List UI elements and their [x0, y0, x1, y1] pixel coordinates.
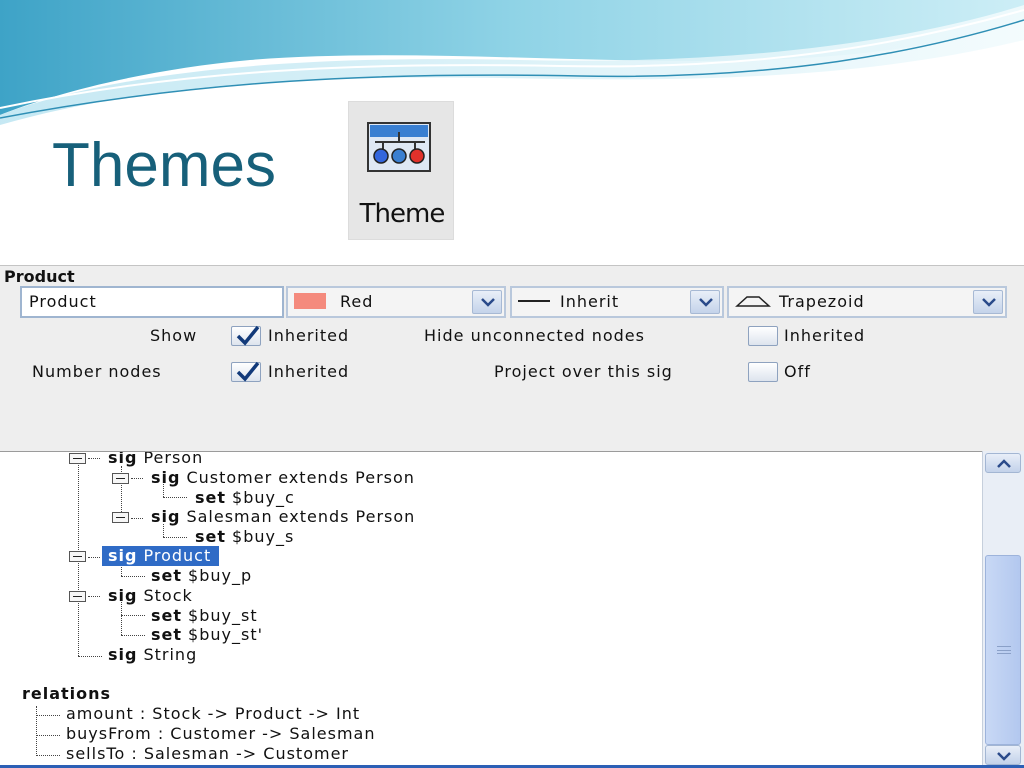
- tree-connector: [88, 596, 100, 597]
- line-style-combo-value: Inherit: [560, 292, 620, 311]
- scroll-up-icon: [997, 459, 1011, 468]
- tree-node-buy-s[interactable]: set $buy_s: [195, 527, 294, 547]
- relations-header: relations: [22, 684, 112, 703]
- tree-node-buy-st[interactable]: set $buy_st: [151, 606, 258, 626]
- tree-connector: [36, 755, 60, 756]
- shape-combo[interactable]: Trapezoid: [727, 286, 1007, 318]
- sig-name-field[interactable]: Product: [20, 286, 284, 318]
- tree-node-customer[interactable]: sig Customer extends Person: [151, 468, 415, 488]
- show-label: Show: [150, 326, 198, 345]
- tree-node-stock[interactable]: sig Stock: [108, 586, 193, 606]
- tree-connector: [36, 706, 37, 756]
- tree-connector: [88, 557, 100, 558]
- color-swatch: [294, 293, 326, 309]
- hide-unconnected-value: Inherited: [784, 326, 866, 345]
- chevron-down-icon: [982, 298, 996, 307]
- tree-connector: [121, 635, 145, 636]
- shape-combo-dropdown-button[interactable]: [973, 290, 1003, 314]
- color-combo-dropdown-button[interactable]: [472, 290, 502, 314]
- tree-node-buy-st-prime[interactable]: set $buy_st': [151, 625, 263, 645]
- tree-connector: [131, 478, 143, 479]
- shape-combo-value: Trapezoid: [779, 292, 865, 311]
- chevron-down-icon: [481, 298, 495, 307]
- trapezoid-icon: [735, 296, 771, 307]
- tree-connector: [121, 602, 122, 635]
- number-nodes-label: Number nodes: [32, 362, 162, 381]
- scroll-up-button[interactable]: [985, 453, 1021, 473]
- checkmark-icon: [236, 361, 260, 382]
- relation-item[interactable]: buysFrom : Customer -> Salesman: [66, 724, 376, 744]
- theme-button-label: Theme: [359, 199, 446, 229]
- project-label: Project over this sig: [494, 362, 673, 381]
- project-value: Off: [784, 362, 811, 381]
- tree-connector: [121, 576, 145, 577]
- tree-connector: [36, 735, 60, 736]
- expander-minus-icon[interactable]: [112, 512, 129, 523]
- scroll-down-icon: [997, 752, 1011, 761]
- expander-minus-icon[interactable]: [69, 591, 86, 602]
- tree-connector: [121, 615, 145, 616]
- relation-item[interactable]: amount : Stock -> Product -> Int: [66, 704, 360, 724]
- tree-node-product-selected[interactable]: sig Product: [102, 546, 220, 566]
- relation-item[interactable]: sellsTo : Salesman -> Customer: [66, 744, 349, 764]
- sig-settings-panel: Product Product Red Inherit Trapezoid Sh…: [0, 265, 1024, 451]
- theme-palette-icon: [367, 122, 431, 172]
- sig-tree: sig Person sig Customer extends Person set…: [0, 451, 982, 768]
- hide-unconnected-label: Hide unconnected nodes: [424, 326, 645, 345]
- theme-button[interactable]: Theme: [348, 101, 454, 240]
- tree-node-string[interactable]: sig String: [108, 645, 197, 665]
- number-nodes-value: Inherited: [268, 362, 350, 381]
- tree-connector: [131, 518, 143, 519]
- panel-title: Product: [4, 267, 75, 286]
- tree-connector: [88, 458, 100, 459]
- tree-node-salesman[interactable]: sig Salesman extends Person: [151, 507, 415, 527]
- scroll-down-button[interactable]: [985, 745, 1021, 765]
- chevron-down-icon: [699, 298, 713, 307]
- tree-connector: [163, 537, 187, 538]
- slide-title: Themes: [52, 131, 276, 200]
- line-style-sample: [518, 300, 550, 302]
- show-checkbox[interactable]: [231, 325, 261, 346]
- line-style-combo[interactable]: Inherit: [510, 286, 724, 318]
- number-nodes-checkbox[interactable]: [231, 361, 261, 382]
- scroll-thumb[interactable]: [985, 555, 1021, 745]
- line-style-dropdown-button[interactable]: [690, 290, 720, 314]
- color-combo-value: Red: [340, 292, 374, 311]
- project-checkbox[interactable]: [748, 362, 778, 382]
- header-wave-decoration: [0, 0, 1024, 125]
- tree-node-buy-p[interactable]: set $buy_p: [151, 566, 252, 586]
- hide-unconnected-checkbox[interactable]: [748, 326, 778, 346]
- tree-connector: [36, 715, 60, 716]
- tree-node-buy-c[interactable]: set $buy_c: [195, 488, 295, 508]
- expander-minus-icon[interactable]: [69, 453, 86, 464]
- tree-scrollbar[interactable]: [982, 451, 1024, 768]
- checkmark-icon: [236, 325, 260, 346]
- scroll-grip-icon: [997, 646, 1011, 654]
- expander-minus-icon[interactable]: [69, 551, 86, 562]
- show-value: Inherited: [268, 326, 350, 345]
- tree-node-person[interactable]: sig Person: [108, 452, 203, 468]
- tree-connector: [163, 497, 187, 498]
- expander-minus-icon[interactable]: [112, 473, 129, 484]
- color-combo[interactable]: Red: [286, 286, 506, 318]
- tree-connector: [78, 656, 102, 657]
